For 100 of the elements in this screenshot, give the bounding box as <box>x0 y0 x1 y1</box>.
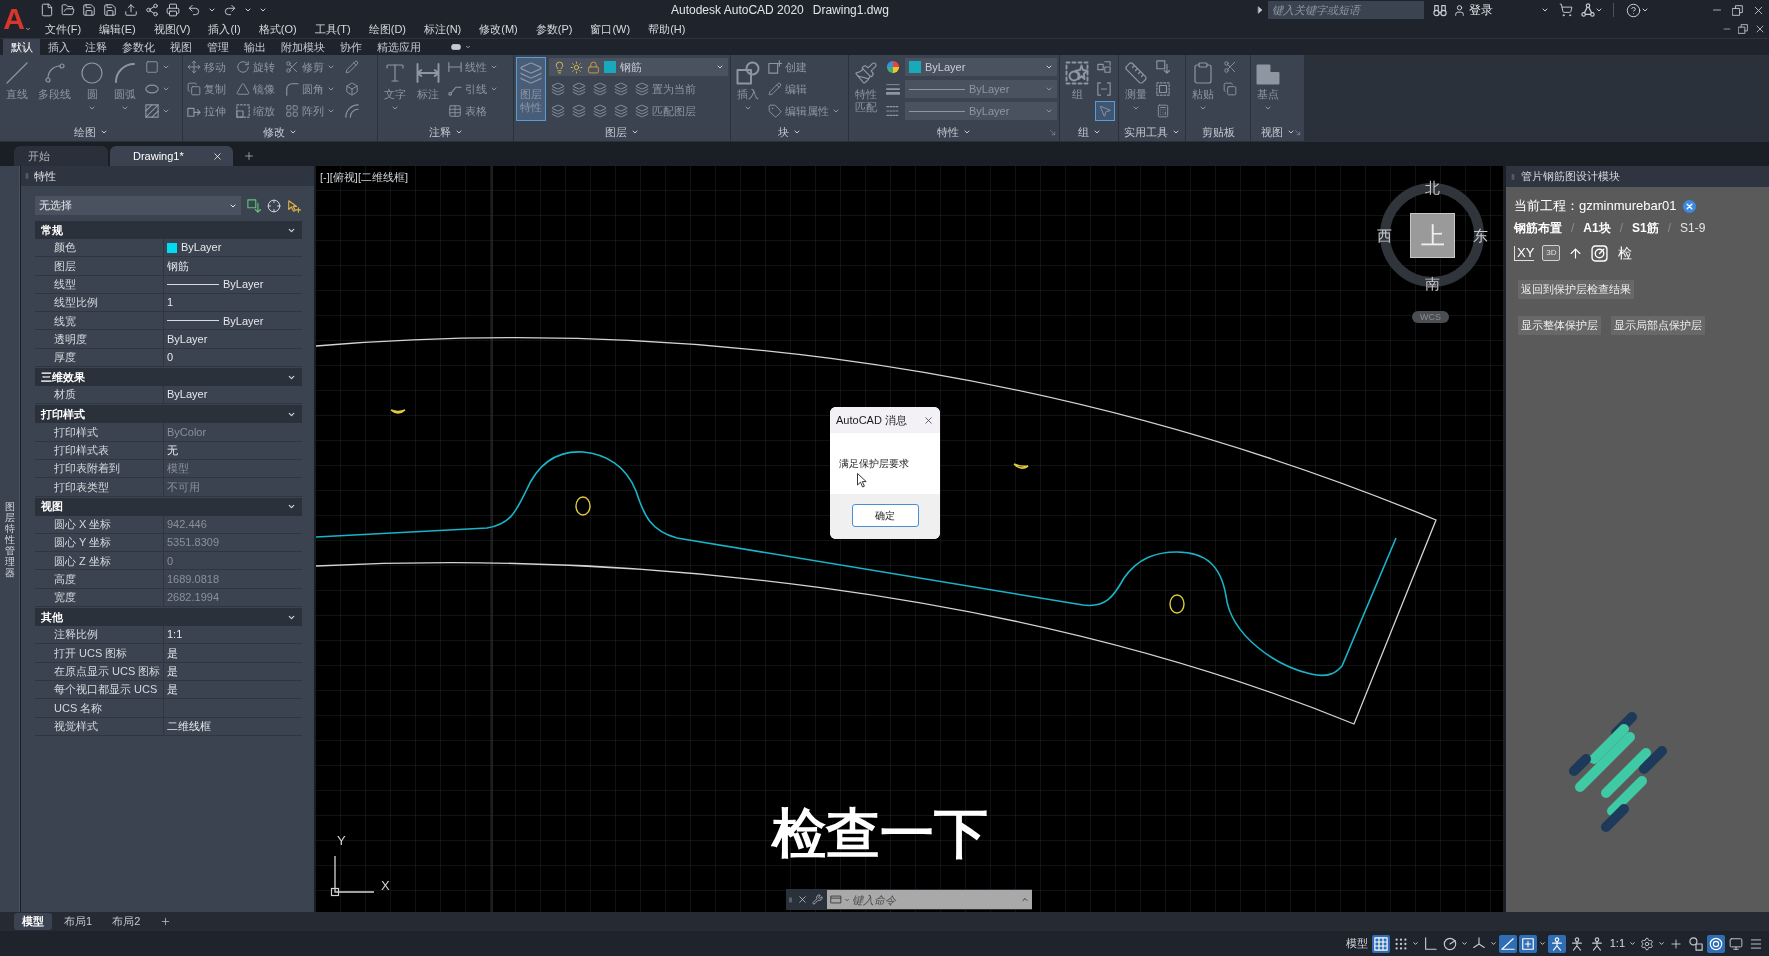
panel-title-button[interactable]: 实用工具 <box>1124 123 1180 141</box>
new-file-icon[interactable] <box>40 3 54 17</box>
xy-view-button[interactable]: XY <box>1514 245 1535 261</box>
ribbon-large-button[interactable]: 特性匹配 <box>851 57 881 121</box>
plus-icon[interactable] <box>160 916 172 927</box>
section-header[interactable]: 打印样式 <box>35 405 302 424</box>
breadcrumb-link[interactable]: S1-9 <box>1680 219 1706 237</box>
layout-tab[interactable]: 模型 <box>14 913 52 930</box>
ribbon-tool-button[interactable]: 线性 <box>446 57 500 77</box>
ribbon-tool-button[interactable]: 阵列 <box>283 101 337 121</box>
status-toggle[interactable] <box>1371 934 1390 953</box>
document-tab[interactable]: 开始 <box>14 146 108 166</box>
restore-icon[interactable] <box>1738 24 1748 34</box>
status-toggle[interactable] <box>1518 934 1537 953</box>
breadcrumb-link[interactable]: S1筋 <box>1632 219 1659 237</box>
panel-title-button[interactable]: 图层 <box>605 123 639 141</box>
document-tab[interactable]: Drawing1* <box>110 146 233 166</box>
share-icon[interactable] <box>145 3 159 17</box>
command-history-button[interactable] <box>827 890 852 909</box>
ribbon-tool-button[interactable]: 复制 <box>185 79 228 99</box>
ribbon-large-button[interactable]: 插入 <box>733 57 763 121</box>
undo-icon[interactable] <box>187 3 201 17</box>
section-header[interactable]: 其他 <box>35 608 302 627</box>
select-add-icon[interactable] <box>287 198 301 213</box>
status-toggle[interactable] <box>1687 934 1705 953</box>
section-header[interactable]: 三维效果 <box>35 368 302 387</box>
menu-item[interactable]: 参数(P) <box>535 20 573 38</box>
restore-icon[interactable] <box>1732 4 1743 16</box>
ribbon-tab[interactable]: 注释 <box>77 39 114 55</box>
ribbon-dropdown[interactable]: ByLayer <box>905 58 1057 76</box>
ribbon-tool-button[interactable]: 拉伸 <box>185 101 228 121</box>
status-button[interactable]: 模型 <box>1343 935 1370 952</box>
ribbon-tool-button[interactable] <box>1095 79 1113 99</box>
ribbon-tab[interactable]: 视图 <box>162 39 199 55</box>
cart-icon[interactable] <box>1559 3 1573 17</box>
menu-item[interactable]: 工具(T) <box>314 20 351 38</box>
ribbon-tool-button[interactable]: 镜像 <box>234 79 277 99</box>
panel-title-button[interactable]: 剪贴板 <box>1201 123 1235 141</box>
menu-item[interactable]: 格式(O) <box>258 20 297 38</box>
close-icon[interactable] <box>923 414 934 426</box>
open-folder-icon[interactable] <box>61 3 75 17</box>
ribbon-large-button[interactable]: 组 <box>1062 57 1092 121</box>
ribbon-large-button[interactable]: 文字 <box>380 57 410 121</box>
ribbon-large-button[interactable]: 直线 <box>2 57 32 121</box>
ribbon-tool-button[interactable]: 置为当前 <box>633 79 698 99</box>
ribbon-tool-button[interactable] <box>1095 101 1115 121</box>
ribbon-tool-button[interactable]: 旋转 <box>234 57 277 77</box>
compass-label[interactable]: 西 <box>1376 227 1392 243</box>
panel-title-button[interactable]: 注释 <box>428 123 463 141</box>
ribbon-tool-button[interactable] <box>1154 57 1172 77</box>
target-icon[interactable] <box>1591 244 1609 262</box>
action-button[interactable]: 返回到保护层检查结果 <box>1518 280 1634 299</box>
clear-icon[interactable] <box>1682 199 1696 213</box>
menu-item[interactable]: 插入(I) <box>208 20 241 38</box>
close-icon[interactable] <box>797 894 808 905</box>
menu-item[interactable]: 编辑(E) <box>99 20 136 38</box>
print-icon[interactable] <box>166 3 180 17</box>
panel-title-button[interactable]: 块 <box>778 123 801 141</box>
section-header[interactable]: 常规 <box>35 221 302 239</box>
ribbon-tool-button[interactable] <box>1154 79 1172 99</box>
help-icon[interactable] <box>1626 2 1641 18</box>
save-as-icon[interactable] <box>103 3 117 17</box>
ribbon-dropdown[interactable]: 钢筋 <box>549 58 728 76</box>
ribbon-tab[interactable]: 默认 <box>3 39 40 55</box>
menu-item[interactable]: 标注(N) <box>424 20 462 38</box>
application-menu-button[interactable]: A <box>0 0 34 38</box>
layout-tab[interactable]: 布局2 <box>104 913 149 930</box>
panel-title-button[interactable]: 组 <box>1077 123 1101 141</box>
status-toggle[interactable] <box>1547 934 1566 953</box>
ok-button[interactable]: 确定 <box>851 504 919 527</box>
command-input[interactable]: 键入命令 <box>852 890 1018 909</box>
save-icon[interactable] <box>82 3 96 17</box>
ribbon-tab[interactable]: 输出 <box>236 39 273 55</box>
ribbon-large-button[interactable]: 多段线 <box>35 57 74 121</box>
triangle-right-icon[interactable] <box>1256 6 1264 14</box>
ribbon-tool-button[interactable]: 缩放 <box>234 101 277 121</box>
ribbon-tool-button[interactable]: 圆角 <box>283 79 337 99</box>
ribbon-tab[interactable]: 精选应用 <box>369 39 428 55</box>
check-button[interactable]: 检 <box>1618 242 1633 264</box>
ribbon-tab[interactable]: 参数化 <box>114 39 162 55</box>
ribbon-large-button[interactable]: 圆 <box>77 57 107 121</box>
ribbon-large-button[interactable]: 测量 <box>1121 57 1151 121</box>
menu-item[interactable]: 绘图(D) <box>368 20 406 38</box>
network-icon[interactable] <box>1581 3 1595 17</box>
layer-manager-tab[interactable]: 图层特性管理器 <box>0 166 20 912</box>
ribbon-tool-button[interactable]: 编辑 <box>766 79 809 99</box>
breadcrumb-link[interactable]: A1块 <box>1583 219 1611 237</box>
ribbon-tab[interactable]: 插入 <box>40 39 77 55</box>
panel-title-button[interactable]: 修改 <box>263 123 297 141</box>
ribbon-tab[interactable]: 管理 <box>199 39 236 55</box>
section-header[interactable]: 视图 <box>35 497 302 516</box>
ribbon-large-button[interactable]: 粘贴 <box>1188 57 1218 121</box>
ribbon-large-button[interactable]: 圆弧 <box>110 57 140 121</box>
menu-item[interactable]: 窗口(W) <box>590 20 631 38</box>
menu-item[interactable]: 帮助(H) <box>648 20 686 38</box>
search-field[interactable]: 键入关键字或短语 <box>1268 1 1424 19</box>
status-toggle[interactable] <box>1707 934 1725 953</box>
breadcrumb-link[interactable]: 钢筋布置 <box>1514 219 1562 237</box>
ribbon-tool-button[interactable]: 匹配图层 <box>633 101 698 121</box>
status-toggle[interactable] <box>1498 934 1517 953</box>
